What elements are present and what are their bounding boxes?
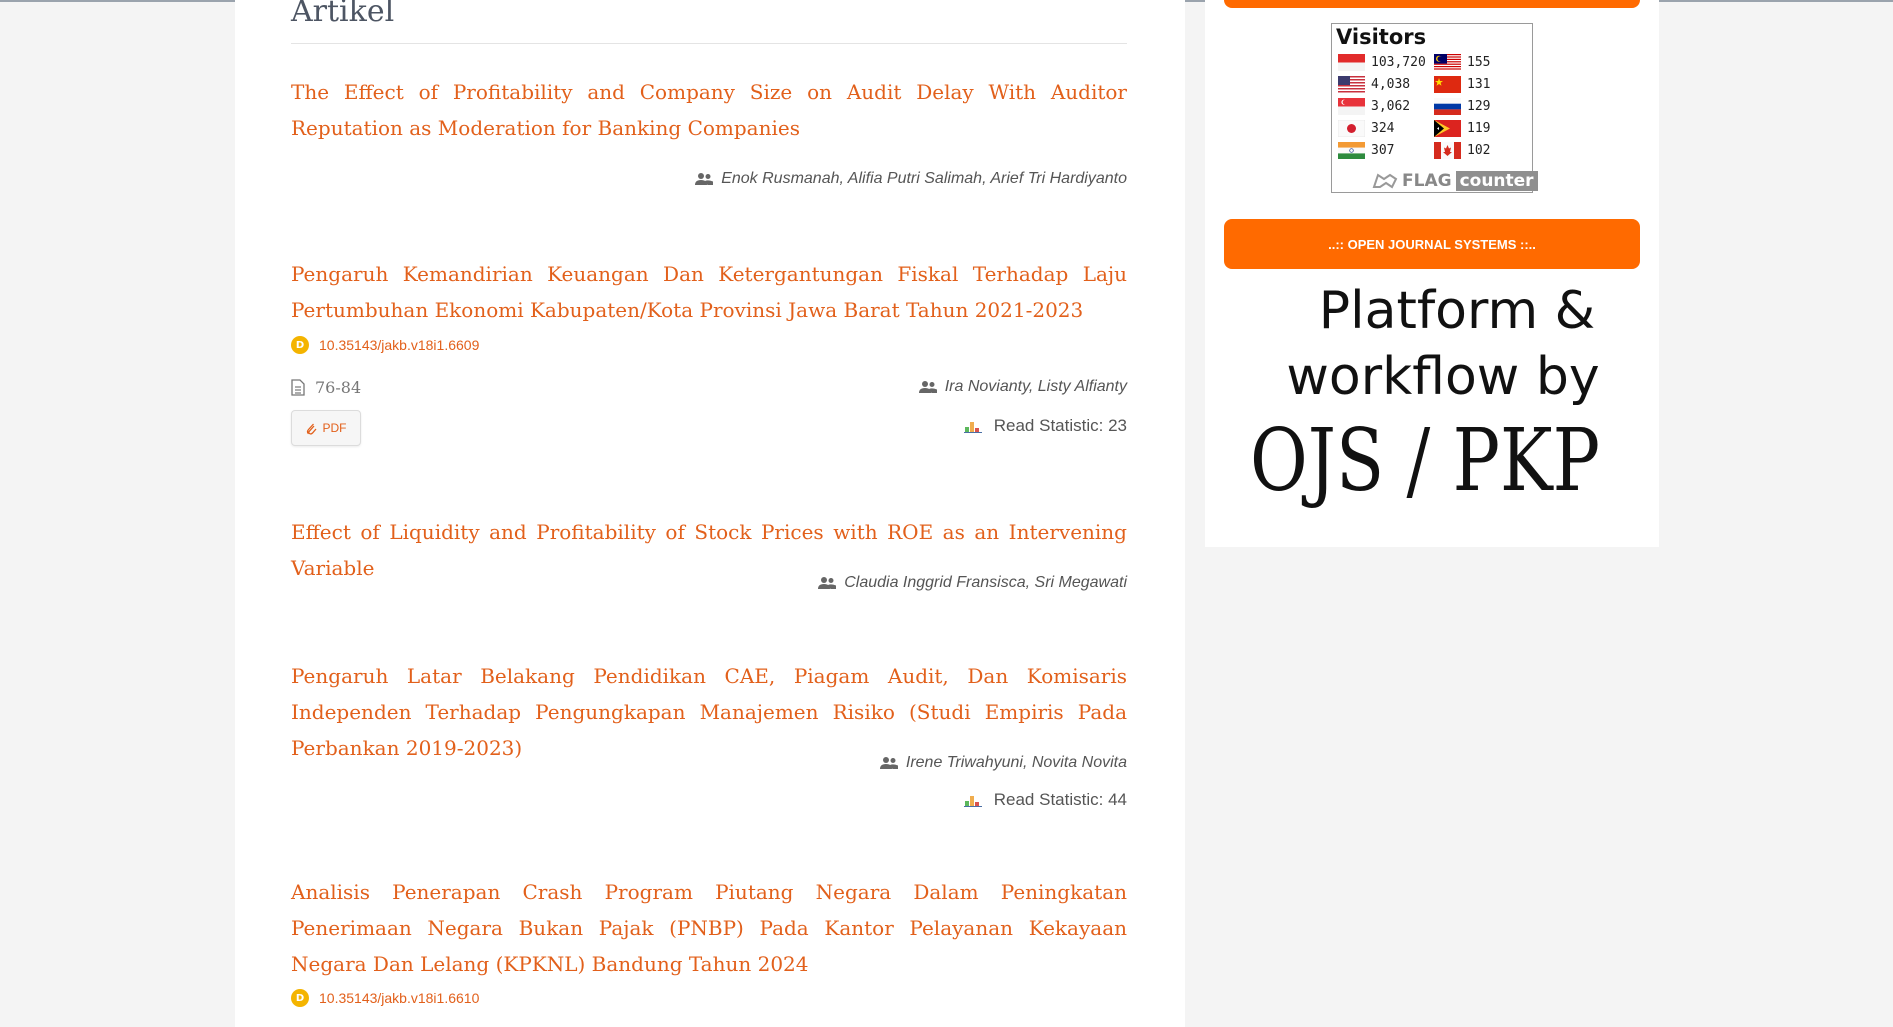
doi-link[interactable]: 10.35143/jakb.v18i1.6609 bbox=[319, 337, 479, 353]
logo-line-2: workflow by bbox=[1286, 347, 1599, 407]
flag-counter-entry: 4,038 bbox=[1338, 76, 1410, 93]
flag-counter-entry: 324 bbox=[1338, 120, 1394, 137]
authors-text: Ira Novianty, Listy Alfianty bbox=[944, 378, 1127, 395]
users-icon bbox=[818, 577, 837, 589]
india-flag-icon bbox=[1338, 142, 1365, 159]
article-title-link[interactable]: Pengaruh Latar Belakang Pendidikan CAE, … bbox=[291, 658, 1127, 766]
flag-counter-entry: 3,062 bbox=[1338, 98, 1410, 115]
visitor-count: 103,720 bbox=[1371, 55, 1426, 70]
indonesia-flag-icon bbox=[1338, 54, 1365, 71]
section-divider bbox=[291, 43, 1127, 44]
pdf-button[interactable]: PDF bbox=[291, 410, 361, 446]
authors-text: Enok Rusmanah, Alifia Putri Salimah, Ari… bbox=[721, 170, 1127, 187]
section-title: Artikel bbox=[291, 0, 395, 29]
visitor-count: 155 bbox=[1467, 55, 1491, 70]
flag-counter-title: Visitors bbox=[1336, 25, 1427, 49]
malaysia-flag-icon bbox=[1434, 54, 1461, 71]
article-doi: D 10.35143/jakb.v18i1.6609 bbox=[291, 336, 479, 354]
singapore-flag-icon bbox=[1338, 98, 1365, 115]
doi-icon: D bbox=[291, 989, 309, 1007]
authors-text: Irene Triwahyuni, Novita Novita bbox=[905, 754, 1127, 771]
sidebar: Visitors 103,720 4,038 3,062 324 307 155… bbox=[1205, 0, 1659, 547]
flag-counter-entry: 131 bbox=[1434, 76, 1490, 93]
bar-chart-icon bbox=[963, 422, 982, 433]
article-item: Pengaruh Kemandirian Keuangan Dan Keterg… bbox=[291, 256, 1127, 456]
doi-link[interactable]: 10.35143/jakb.v18i1.6610 bbox=[319, 990, 479, 1006]
timor-leste-flag-icon bbox=[1434, 120, 1461, 137]
read-statistic-text: Read Statistic: 23 bbox=[993, 416, 1127, 435]
article-item: The Effect of Profitability and Company … bbox=[291, 74, 1127, 204]
usa-flag-icon bbox=[1338, 76, 1365, 93]
paperclip-icon bbox=[306, 423, 316, 435]
bar-chart-icon bbox=[963, 796, 982, 807]
visitor-count: 324 bbox=[1371, 121, 1395, 136]
users-icon bbox=[918, 381, 937, 393]
flag-counter-entry: 103,720 bbox=[1338, 54, 1426, 71]
pages-text: 76-84 bbox=[315, 378, 362, 397]
canada-flag-icon bbox=[1434, 142, 1461, 159]
article-title-link[interactable]: The Effect of Profitability and Company … bbox=[291, 74, 1127, 146]
logo-line-1: Platform & bbox=[1319, 281, 1595, 341]
flag-counter-entry: 155 bbox=[1434, 54, 1490, 71]
flag-counter-brand-flag: FLAG bbox=[1402, 171, 1452, 191]
russia-flag-icon bbox=[1434, 98, 1461, 115]
article-doi: D 10.35143/jakb.v18i1.6610 bbox=[291, 989, 479, 1007]
main-content: Artikel The Effect of Profitability and … bbox=[235, 0, 1185, 1027]
article-item: Analisis Penerapan Crash Program Piutang… bbox=[291, 874, 1127, 1024]
read-statistic-text: Read Statistic: 44 bbox=[993, 790, 1127, 809]
article-authors: Irene Triwahyuni, Novita Novita bbox=[879, 754, 1127, 772]
article-item: Effect of Liquidity and Profitability of… bbox=[291, 514, 1127, 604]
article-pages: 76-84 bbox=[291, 378, 361, 397]
authors-text: Claudia Inggrid Fransisca, Sri Megawati bbox=[844, 574, 1127, 591]
logo-line-3: OJS / PKP bbox=[1250, 411, 1600, 511]
article-item: Pengaruh Latar Belakang Pendidikan CAE, … bbox=[291, 658, 1127, 818]
pdf-button-label: PDF bbox=[322, 421, 347, 435]
article-title-link[interactable]: Analisis Penerapan Crash Program Piutang… bbox=[291, 874, 1127, 982]
article-authors: Claudia Inggrid Fransisca, Sri Megawati bbox=[818, 574, 1127, 592]
visitor-count: 307 bbox=[1371, 143, 1395, 158]
flag-counter-widget[interactable]: Visitors 103,720 4,038 3,062 324 307 155… bbox=[1331, 23, 1538, 193]
users-icon bbox=[695, 173, 714, 185]
visitor-count: 129 bbox=[1467, 99, 1491, 114]
flag-counter-brand-counter: counter bbox=[1455, 171, 1538, 191]
flag-counter-footer: FLAG counter bbox=[1372, 170, 1538, 192]
visitor-count: 4,038 bbox=[1371, 77, 1411, 92]
visitor-count: 3,062 bbox=[1371, 99, 1411, 114]
ojs-pkp-logo[interactable]: Platform & workflow by OJS / PKP bbox=[1247, 280, 1627, 520]
article-authors: Enok Rusmanah, Alifia Putri Salimah, Ari… bbox=[695, 170, 1127, 188]
visitor-count: 119 bbox=[1467, 121, 1491, 136]
article-title-link[interactable]: Pengaruh Kemandirian Keuangan Dan Keterg… bbox=[291, 256, 1127, 328]
china-flag-icon bbox=[1434, 76, 1461, 93]
visitor-count: 102 bbox=[1467, 143, 1491, 158]
doi-icon: D bbox=[291, 336, 309, 354]
visitor-count: 131 bbox=[1467, 77, 1491, 92]
users-icon bbox=[879, 757, 898, 769]
japan-flag-icon bbox=[1338, 120, 1365, 137]
sidebar-block-header bbox=[1224, 0, 1640, 8]
flag-counter-entry: 307 bbox=[1338, 142, 1394, 159]
ojs-banner-button[interactable]: ..:: OPEN JOURNAL SYSTEMS ::.. bbox=[1224, 219, 1640, 269]
flag-counter-entry: 102 bbox=[1434, 142, 1490, 159]
flag-counter-entry: 119 bbox=[1434, 120, 1490, 137]
flag-counter-logo-icon bbox=[1372, 173, 1398, 189]
article-authors: Ira Novianty, Listy Alfianty bbox=[918, 378, 1127, 396]
file-icon bbox=[291, 379, 305, 396]
read-statistic: Read Statistic: 44 bbox=[963, 790, 1127, 810]
read-statistic: Read Statistic: 23 bbox=[963, 416, 1127, 436]
flag-counter-entry: 129 bbox=[1434, 98, 1490, 115]
